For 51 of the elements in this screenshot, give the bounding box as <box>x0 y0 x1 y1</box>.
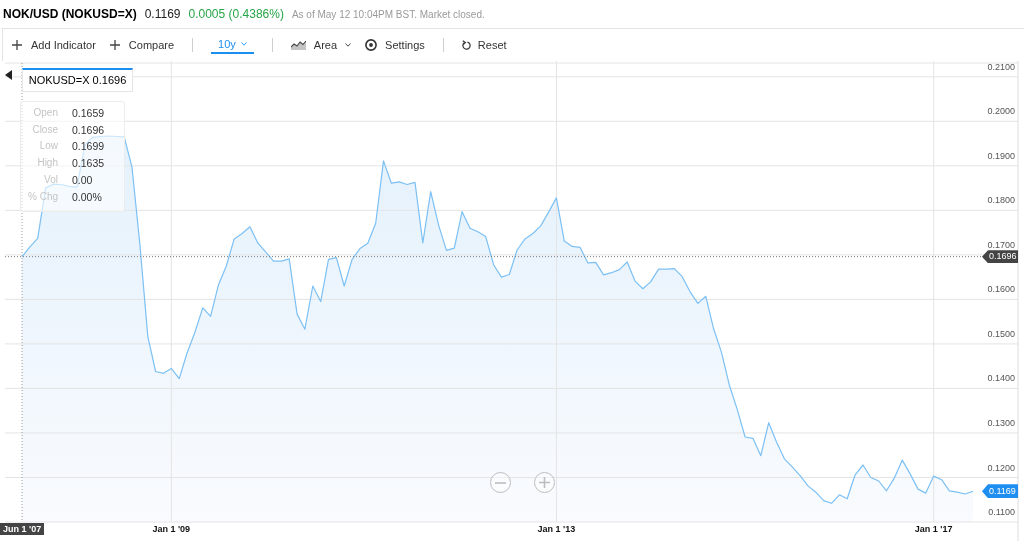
settings-icon <box>365 39 378 51</box>
y-axis-label: 0.1100 <box>988 507 1015 517</box>
settings-button[interactable]: Settings <box>365 36 425 54</box>
chart-type-dropdown[interactable]: Area <box>290 36 352 54</box>
toolbar-button[interactable]: Add Indicator <box>12 36 96 54</box>
crosshair-date-label: Jun 1 '07 <box>0 523 45 535</box>
chevron-down-icon <box>240 42 247 46</box>
x-axis-label: Jan 1 '13 <box>537 524 576 534</box>
field-value: 0.1635 <box>72 156 106 172</box>
range-dropdown[interactable]: 10y <box>211 36 254 54</box>
field-value: 0.00 <box>72 172 94 188</box>
y-axis-label: 0.2100 <box>987 61 1015 72</box>
price-value: 0.1169 <box>144 6 181 23</box>
symbol-title: NOK/USD (NOKUSD=X) <box>3 6 137 23</box>
price-change: 0.0005 (0.4386%) <box>188 6 284 23</box>
circular-arrow-icon <box>461 40 471 50</box>
left-triangle-icon[interactable] <box>5 70 12 80</box>
y-axis-label: 0.1600 <box>987 284 1015 295</box>
zoom-in-button[interactable] <box>534 472 555 493</box>
y-axis-label: 0.2000 <box>987 106 1015 117</box>
crosshair-price-label: 0.1696 <box>982 250 1018 264</box>
plus-icon <box>539 477 550 488</box>
market-status: As of May 12 10:04PM BST. Market closed. <box>291 7 485 22</box>
field-label: Open <box>32 106 58 120</box>
y-axis-label: 0.1400 <box>987 373 1015 384</box>
plus-icon <box>109 40 120 50</box>
y-axis-label: 0.1800 <box>987 195 1015 206</box>
field-label: Vol <box>43 172 58 187</box>
y-axis-label: 0.1500 <box>987 328 1015 339</box>
tooltip-title: NOKUSD=X 0.1696 <box>22 68 133 92</box>
field-value: 0.1699 <box>72 139 106 155</box>
last-price-label: 0.1169 <box>982 484 1018 499</box>
x-axis-label: Jan 1 '09 <box>152 524 191 534</box>
x-axis-label: Jan 1 '17 <box>914 524 953 534</box>
y-axis-label: 0.1300 <box>987 418 1015 428</box>
chevron-down-icon <box>345 43 352 47</box>
field-value: 0.1659 <box>72 106 106 121</box>
zoom-out-button[interactable] <box>490 472 511 493</box>
y-axis-label: 0.1200 <box>987 462 1015 473</box>
reset-button[interactable]: Reset <box>461 36 507 54</box>
field-value: 0.00% <box>72 189 103 205</box>
y-axis-label: 0.1700 <box>987 239 1015 250</box>
toolbar-button[interactable]: Compare <box>109 36 175 54</box>
plus-icon <box>12 40 22 50</box>
minus-icon <box>495 481 506 484</box>
field-value: 0.1696 <box>72 122 106 138</box>
field-label: Low <box>38 139 58 154</box>
y-axis-label: 0.1900 <box>987 150 1015 161</box>
area-chart-icon <box>290 40 306 50</box>
field-label: Close <box>31 122 58 137</box>
field-label: High <box>36 156 58 171</box>
